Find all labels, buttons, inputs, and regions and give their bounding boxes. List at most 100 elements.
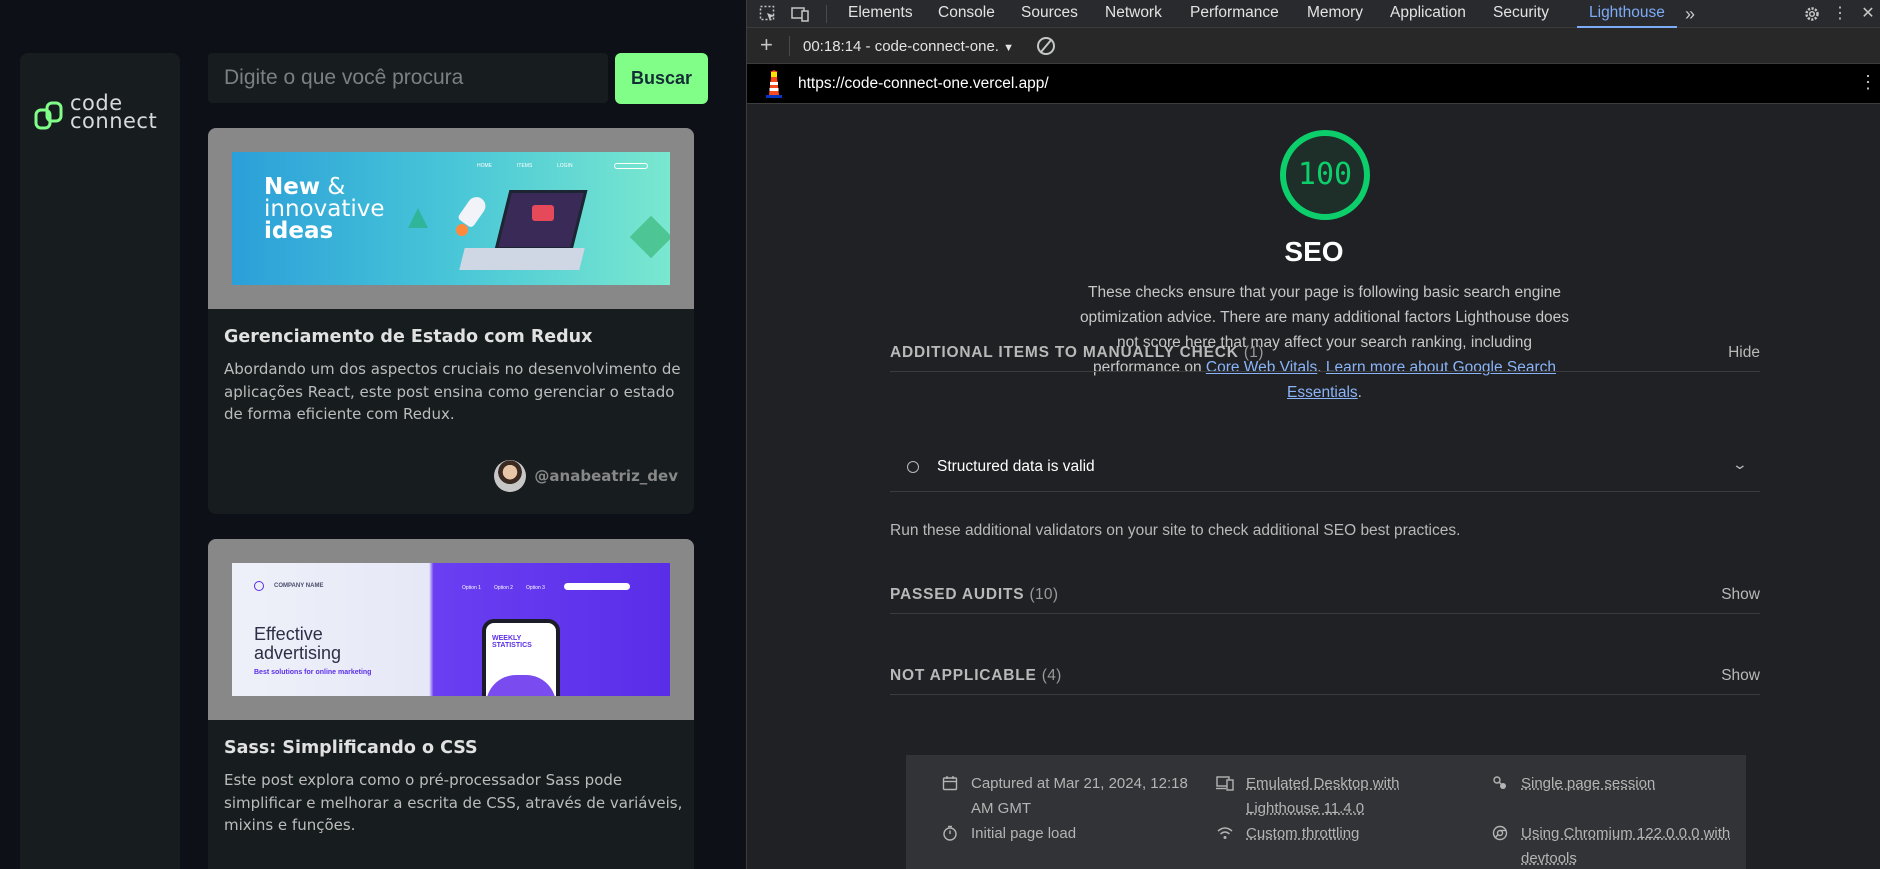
passed-audits-section-header[interactable]: PASSED AUDITS (10) Show	[890, 574, 1760, 614]
settings-gear-icon[interactable]	[1803, 5, 1821, 23]
close-icon[interactable]: ✕	[1859, 5, 1877, 23]
section-count: (1)	[1243, 344, 1264, 361]
banner-nav-item: ITEMS	[517, 163, 533, 169]
post-banner-image: HOME ITEMS LOGIN New & innovative ideas	[232, 152, 670, 285]
cone-shape	[408, 208, 428, 228]
play-icon	[532, 205, 554, 221]
banner-menu-item: Option 2	[494, 585, 513, 591]
kebab-menu-icon[interactable]: ⋮	[1831, 5, 1849, 23]
section-title: ADDITIONAL ITEMS TO MANUALLY CHECK (1)	[890, 344, 1264, 362]
throttling-text: Custom throttling	[1246, 825, 1360, 842]
banner-title: Effective advertising	[254, 625, 341, 663]
tab-application[interactable]: Application	[1390, 0, 1466, 28]
lighthouse-report: 100 SEO These checks ensure that your pa…	[747, 104, 1880, 869]
emulated-device-text: Emulated Desktop with Lighthouse 11.4.0	[1246, 775, 1400, 817]
logo-mark-icon	[34, 101, 63, 130]
devtools-panel: Elements Console Sources Network Perform…	[746, 0, 1880, 869]
banner-title-line2: advertising	[254, 643, 342, 663]
logo-text-line2: connect	[70, 109, 158, 133]
banner-nav-pill	[614, 163, 648, 169]
post-title[interactable]: Gerenciamento de Estado com Redux	[224, 327, 592, 347]
section-title-text: PASSED AUDITS	[890, 586, 1025, 603]
banner-title: New & innovative ideas	[264, 176, 385, 244]
tab-sources[interactable]: Sources	[1021, 0, 1078, 28]
show-button[interactable]: Show	[1721, 667, 1760, 685]
tab-lighthouse[interactable]: Lighthouse	[1577, 0, 1677, 28]
section-title-text: ADDITIONAL ITEMS TO MANUALLY CHECK	[890, 344, 1239, 361]
session-text: Single page session	[1521, 775, 1656, 792]
clear-reports-icon[interactable]	[1037, 37, 1055, 55]
caret-down-icon: ▼	[1003, 42, 1015, 54]
toolbar-divider	[826, 5, 827, 23]
tab-elements[interactable]: Elements	[848, 0, 913, 28]
post-card[interactable]: HOME ITEMS LOGIN New & innovative ideas	[208, 128, 694, 514]
rocket-flame-shape	[456, 224, 468, 236]
chevron-down-icon[interactable]: ⌄	[1732, 456, 1748, 473]
post-description: Este post explora como o pré-processador…	[224, 771, 683, 834]
validators-note: Run these additional validators on your …	[890, 522, 1461, 539]
banner-menu-item: Option 3	[526, 585, 545, 591]
company-logo-icon	[254, 581, 264, 591]
tab-console[interactable]: Console	[938, 0, 995, 28]
manual-check-section-header[interactable]: ADDITIONAL ITEMS TO MANUALLY CHECK (1) H…	[890, 332, 1760, 372]
audit-row-structured-data[interactable]: Structured data is valid ⌄	[890, 442, 1760, 492]
lighthouse-icon	[766, 70, 782, 98]
tab-security[interactable]: Security	[1493, 0, 1549, 28]
timer-icon	[941, 825, 959, 843]
device-toolbar-icon[interactable]	[791, 5, 809, 23]
section-title-text: NOT APPLICABLE	[890, 667, 1037, 684]
tab-memory[interactable]: Memory	[1307, 0, 1363, 28]
tab-performance[interactable]: Performance	[1190, 0, 1279, 28]
not-applicable-section-header[interactable]: NOT APPLICABLE (4) Show	[890, 655, 1760, 695]
laptop-base-shape	[459, 248, 585, 270]
logo-text: code connect	[70, 93, 158, 133]
banner-company: COMPANY NAME	[274, 583, 324, 589]
banner-searchbar	[564, 583, 630, 590]
section-title: PASSED AUDITS (10)	[890, 586, 1058, 604]
session-icon	[1491, 775, 1509, 793]
tab-network[interactable]: Network	[1105, 0, 1162, 28]
sidebar	[20, 53, 180, 869]
initial-load-text: Initial page load	[971, 825, 1077, 842]
phone-shape: WEEKLY STATISTICS	[482, 619, 560, 696]
show-button[interactable]: Show	[1721, 586, 1760, 604]
code-connect-logo[interactable]: code connect	[34, 93, 166, 134]
banner-nav-item: HOME	[477, 163, 492, 169]
audit-title: Structured data is valid	[937, 458, 1095, 475]
section-count: (10)	[1029, 586, 1059, 603]
search-button[interactable]: Buscar	[615, 53, 708, 104]
calendar-icon	[941, 775, 959, 793]
hide-button[interactable]: Hide	[1728, 344, 1760, 362]
banner-title-line3: ideas	[264, 218, 334, 244]
post-card[interactable]: COMPANY NAME Option 1 Option 2 Option 3 …	[208, 539, 694, 869]
post-title[interactable]: Sass: Simplificando o CSS	[224, 738, 478, 758]
runtime-settings-footer: Captured at Mar 21, 2024, 12:18 AM GMT I…	[906, 755, 1746, 869]
lighthouse-toolbar: + 00:18:14 - code-connect-one. ▼	[747, 28, 1880, 64]
section-count: (4)	[1041, 667, 1062, 684]
banner-nav-item: LOGIN	[557, 163, 573, 169]
captured-at-text: Captured at Mar 21, 2024, 12:18 AM GMT	[971, 775, 1188, 817]
report-select[interactable]: 00:18:14 - code-connect-one. ▼	[803, 38, 1014, 55]
cube-shape	[629, 215, 670, 259]
devtools-tabbar: Elements Console Sources Network Perform…	[747, 0, 1880, 28]
new-report-plus-icon[interactable]: +	[760, 33, 773, 57]
more-tabs-icon[interactable]: »	[1681, 5, 1699, 23]
phone-chart-shape	[486, 675, 556, 696]
post-card-media: HOME ITEMS LOGIN New & innovative ideas	[208, 128, 694, 309]
post-description: Abordando um dos aspectos cruciais no de…	[224, 360, 681, 423]
avatar	[494, 460, 527, 492]
report-kebab-icon[interactable]: ⋮	[1859, 72, 1877, 93]
audit-status-circle-icon	[907, 461, 919, 473]
post-author[interactable]: @anabeatriz_dev	[494, 460, 678, 492]
report-url-bar: https://code-connect-one.vercel.app/ ⋮	[747, 64, 1880, 104]
score-value: 100	[1297, 157, 1353, 192]
score-gauge: 100	[1280, 130, 1370, 220]
report-select-value: 00:18:14 - code-connect-one.	[803, 38, 999, 55]
report-url[interactable]: https://code-connect-one.vercel.app/	[798, 75, 1049, 93]
author-handle: @anabeatriz_dev	[534, 467, 678, 485]
inspect-element-icon[interactable]	[759, 5, 777, 23]
post-banner-image: COMPANY NAME Option 1 Option 2 Option 3 …	[232, 563, 670, 696]
phone-text: WEEKLY STATISTICS	[492, 635, 532, 649]
search-input[interactable]	[208, 53, 608, 103]
link-end: .	[1357, 384, 1362, 401]
